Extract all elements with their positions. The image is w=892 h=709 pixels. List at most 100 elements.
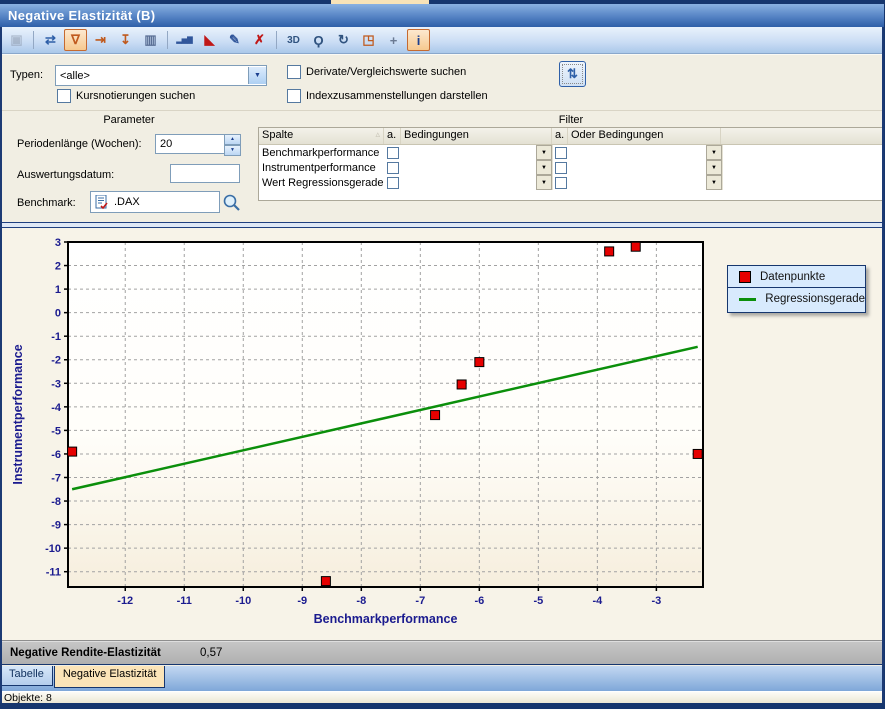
chart-legend: Datenpunkte Regressionsgerade bbox=[727, 265, 866, 313]
and-checkbox[interactable] bbox=[387, 162, 399, 174]
typen-combobox[interactable]: <alle> ▼ bbox=[55, 65, 267, 86]
filter-group-title: Filter bbox=[258, 114, 884, 126]
auswertungsdatum-input[interactable] bbox=[170, 164, 240, 183]
refresh-button[interactable]: ⇅ bbox=[559, 61, 586, 87]
statistics-icon[interactable]: ▥ bbox=[139, 29, 162, 51]
oder-bedingungen-dropdown-icon[interactable]: ▼ bbox=[706, 160, 722, 175]
sort-ascending-icon: ▵ bbox=[375, 129, 380, 144]
bedingungen-dropdown-icon[interactable]: ▼ bbox=[536, 175, 552, 190]
column-header-oder[interactable]: Oder Bedingungen bbox=[568, 128, 721, 144]
delete-icon[interactable]: ✗ bbox=[248, 29, 271, 51]
benchmark-search-icon[interactable] bbox=[222, 193, 241, 212]
data-point bbox=[631, 242, 640, 251]
report-icon[interactable]: ✎ bbox=[223, 29, 246, 51]
svg-text:-1: -1 bbox=[51, 331, 61, 343]
svg-text:-4: -4 bbox=[51, 402, 62, 414]
toolbar-separator bbox=[276, 31, 277, 49]
oder-bedingungen-dropdown-icon[interactable]: ▼ bbox=[706, 175, 722, 190]
toolbar-separator bbox=[167, 31, 168, 49]
filter-table-header: Spalte ▵ a. Bedingungen a. Oder Bedingun… bbox=[259, 128, 883, 145]
datenpunkte-swatch-icon bbox=[739, 271, 751, 283]
derivate-checkbox[interactable] bbox=[287, 65, 301, 79]
svg-text:-6: -6 bbox=[51, 449, 61, 461]
svg-text:-9: -9 bbox=[297, 595, 307, 607]
svg-text:-5: -5 bbox=[533, 595, 543, 607]
index-option: Indexzusammenstellungen darstellen bbox=[287, 89, 488, 103]
svg-text:-11: -11 bbox=[46, 567, 61, 579]
bedingungen-dropdown-icon[interactable]: ▼ bbox=[536, 145, 552, 160]
index-checkbox[interactable] bbox=[287, 89, 301, 103]
data-point bbox=[431, 411, 440, 420]
x-axis-label: Benchmarkperformance bbox=[314, 612, 458, 626]
svg-text:-5: -5 bbox=[51, 425, 61, 437]
zoom-icon[interactable]: Ϙ bbox=[307, 29, 330, 51]
benchmark-value: .DAX bbox=[114, 196, 140, 208]
benchmark-label: Benchmark: bbox=[17, 197, 76, 209]
oder-and-checkbox[interactable] bbox=[555, 162, 567, 174]
svg-text:-9: -9 bbox=[51, 520, 61, 532]
data-point bbox=[68, 447, 77, 456]
legend-item-regressionsgerade: Regressionsgerade bbox=[728, 288, 865, 310]
column-header-and2[interactable]: a. bbox=[552, 128, 568, 144]
filter-column-name: Benchmarkperformance bbox=[259, 147, 384, 159]
oder-bedingungen-dropdown-icon[interactable]: ▼ bbox=[706, 145, 722, 160]
info-icon[interactable]: i bbox=[407, 29, 430, 51]
rotate-icon[interactable]: ↻ bbox=[332, 29, 355, 51]
column-header-spalte[interactable]: Spalte ▵ bbox=[259, 128, 384, 144]
window-right-margin bbox=[884, 0, 892, 709]
benchmark-input[interactable]: .DAX bbox=[90, 191, 220, 213]
tab-negative-elastizit-t[interactable]: Negative Elastizität bbox=[54, 666, 166, 688]
oder-and-checkbox[interactable] bbox=[555, 147, 567, 159]
area-chart-icon[interactable]: ◣ bbox=[198, 29, 221, 51]
perspective-icon[interactable]: ◳ bbox=[357, 29, 380, 51]
svg-text:-10: -10 bbox=[45, 543, 61, 555]
svg-text:-7: -7 bbox=[51, 472, 61, 484]
3d-icon[interactable]: 3D bbox=[282, 29, 305, 51]
legend-label: Regressionsgerade bbox=[765, 293, 865, 305]
tab-tabelle[interactable]: Tabelle bbox=[0, 666, 53, 686]
legend-label: Datenpunkte bbox=[760, 271, 825, 283]
result-bar: Negative Rendite-Elastizität 0,57 bbox=[0, 641, 884, 665]
svg-text:-3: -3 bbox=[51, 378, 61, 390]
status-bar: Objekte: 8 bbox=[0, 691, 884, 703]
benchmark-document-icon bbox=[95, 195, 108, 209]
bottom-tab-strip: TabelleNegative Elastizität bbox=[0, 666, 884, 691]
bedingungen-dropdown-icon[interactable]: ▼ bbox=[536, 160, 552, 175]
svg-text:-8: -8 bbox=[356, 595, 366, 607]
result-value: 0,57 bbox=[200, 647, 222, 659]
spinner-up-icon[interactable]: ▲ bbox=[224, 134, 241, 145]
regressionsgerade-swatch-icon bbox=[739, 298, 756, 301]
column-header-and1[interactable]: a. bbox=[384, 128, 401, 144]
y-axis-label: Instrumentperformance bbox=[11, 344, 25, 484]
data-point bbox=[475, 358, 484, 367]
svg-text:3: 3 bbox=[55, 237, 61, 249]
crosshair-icon[interactable]: + bbox=[382, 29, 405, 51]
combo-dropdown-icon[interactable]: ▼ bbox=[248, 67, 266, 84]
spinner-down-icon[interactable]: ▼ bbox=[224, 145, 241, 156]
search-panel: Typen: <alle> ▼ Kursnotierungen suchen D… bbox=[0, 54, 884, 111]
oder-and-checkbox[interactable] bbox=[555, 177, 567, 189]
typen-label: Typen: bbox=[10, 69, 43, 81]
legend-item-datenpunkte: Datenpunkte bbox=[728, 266, 865, 288]
svg-text:-6: -6 bbox=[474, 595, 484, 607]
derivate-label: Derivate/Vergleichswerte suchen bbox=[306, 66, 466, 78]
window-title: Negative Elastizität (B) bbox=[8, 8, 155, 23]
kursnotierungen-checkbox[interactable] bbox=[57, 89, 71, 103]
filter-settings-icon[interactable]: ∇ bbox=[64, 29, 87, 51]
and-checkbox[interactable] bbox=[387, 147, 399, 159]
result-label: Negative Rendite-Elastizität bbox=[10, 647, 161, 659]
column-header-bedingungen[interactable]: Bedingungen bbox=[401, 128, 552, 144]
kursnotierungen-label: Kursnotierungen suchen bbox=[76, 90, 195, 102]
column-header-empty bbox=[721, 128, 883, 144]
title-bar: Negative Elastizität (B) bbox=[0, 4, 884, 27]
svg-text:-3: -3 bbox=[651, 595, 661, 607]
bar-chart-icon[interactable]: ▂▅▇ bbox=[173, 29, 196, 51]
svg-text:-8: -8 bbox=[51, 496, 61, 508]
select-chart-icon: ▣ bbox=[5, 29, 28, 51]
and-checkbox[interactable] bbox=[387, 177, 399, 189]
step-down-icon[interactable]: ↧ bbox=[114, 29, 137, 51]
refresh-icon[interactable]: ⇄ bbox=[39, 29, 62, 51]
step-into-icon[interactable]: ⇥ bbox=[89, 29, 112, 51]
typen-value: <alle> bbox=[56, 70, 248, 82]
window-left-border bbox=[0, 27, 2, 703]
